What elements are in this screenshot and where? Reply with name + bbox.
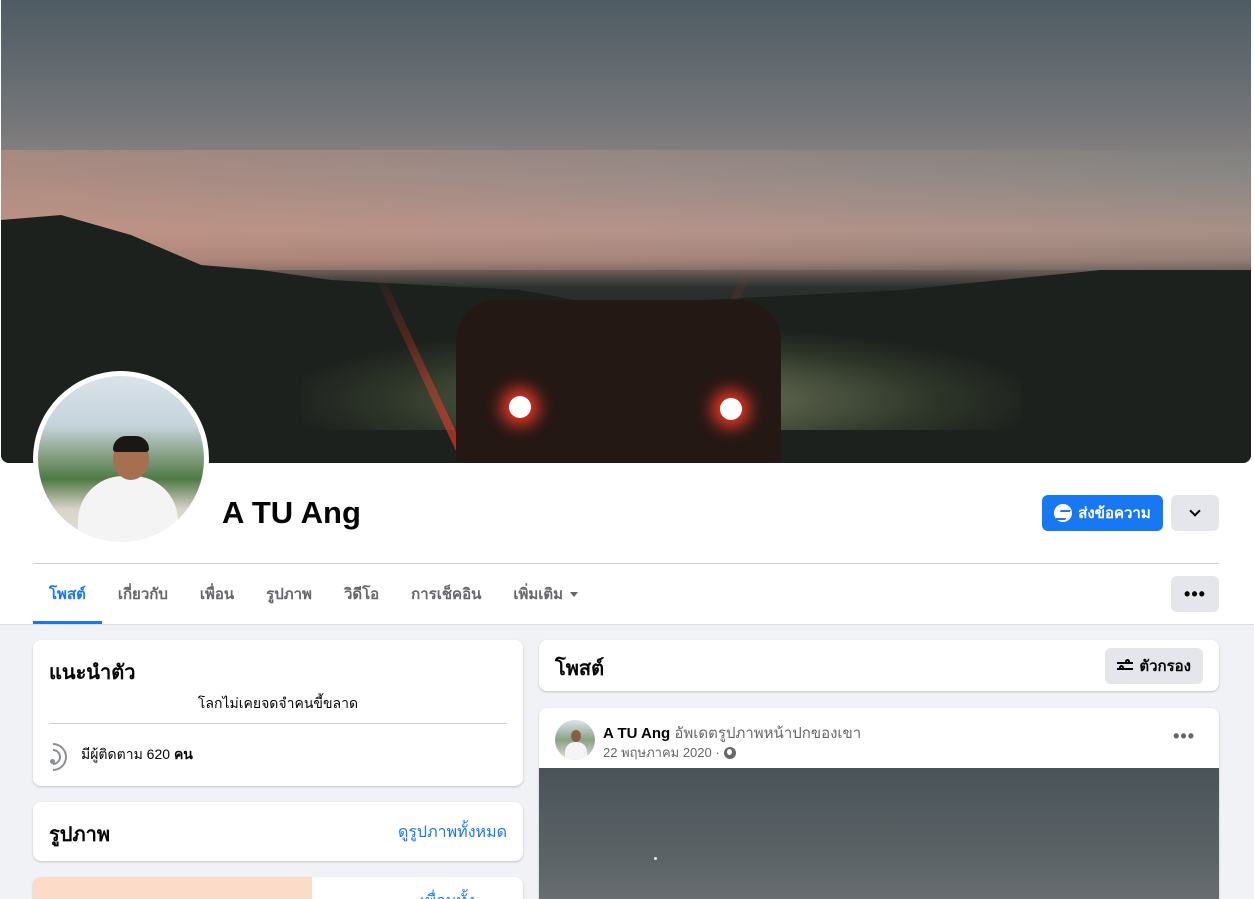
chevron-down-icon (1189, 505, 1201, 517)
caret-down-icon (570, 591, 579, 597)
tab-videos[interactable]: วิดีโอ (328, 564, 395, 624)
cover-photo[interactable] (1, 0, 1251, 463)
post-options-button[interactable]: ••• (1173, 726, 1195, 747)
post-author-name[interactable]: A TU Ang (603, 725, 670, 742)
send-message-label: ส่งข้อความ (1078, 505, 1151, 522)
followers-text: มีผู้ติดตาม 620 คน (81, 746, 193, 762)
filter-icon (1117, 659, 1134, 672)
intro-title: แนะนำตัว (49, 662, 136, 684)
post-image[interactable] (539, 768, 1219, 899)
see-all-friends-link[interactable]: เพื่อนทั้ง (420, 889, 475, 899)
filter-button[interactable]: ตัวกรอง (1105, 648, 1203, 684)
posts-header-card: โพสต์ ตัวกรอง (539, 640, 1219, 691)
posts-title: โพสต์ (555, 658, 605, 680)
post-date[interactable]: 22 พฤษภาคม 2020 · (603, 742, 720, 763)
post-meta: 22 พฤษภาคม 2020 · (603, 742, 736, 763)
intro-bio: โลกไม่เคยจดจำคนขี้ขลาด (197, 695, 359, 711)
profile-tabs: โพสต์ เกี่ยวกับ เพื่อน รูปภาพ วิดีโอ การ… (33, 564, 594, 624)
profile-picture[interactable] (38, 376, 204, 542)
tab-more[interactable]: เพิ่มเติม (497, 564, 594, 624)
overlay-panel (33, 877, 312, 899)
filter-label: ตัวกรอง (1139, 658, 1191, 675)
photos-title: รูปภาพ (49, 824, 111, 846)
profile-header: A TU Ang ส่งข้อความ โพสต์ เกี่ยวกับ เพื่… (0, 0, 1254, 625)
followers-row[interactable]: มีผู้ติดตาม 620 คน (33, 737, 193, 777)
more-options-button[interactable]: ••• (1171, 576, 1219, 612)
tab-posts[interactable]: โพสต์ (33, 564, 102, 624)
rss-icon (33, 737, 73, 777)
globe-icon (723, 746, 736, 759)
intro-card: แนะนำตัว โลกไม่เคยจดจำคนขี้ขลาด มีผู้ติด… (33, 640, 523, 786)
tab-friends[interactable]: เพื่อน (184, 564, 250, 624)
profile-name: A TU Ang (222, 495, 361, 530)
post-author-avatar[interactable] (555, 720, 595, 760)
ellipsis-icon: ••• (1173, 726, 1195, 746)
send-message-button[interactable]: ส่งข้อความ (1042, 495, 1163, 531)
tab-photos[interactable]: รูปภาพ (250, 564, 328, 624)
intro-divider (49, 723, 507, 724)
ellipsis-icon: ••• (1184, 583, 1206, 604)
photos-card: รูปภาพ ดูรูปภาพทั้งหมด (33, 802, 523, 861)
tab-checkins[interactable]: การเช็คอิน (395, 564, 497, 624)
post-action: อัพเดตรูปภาพหน้าปกของเขา (674, 725, 862, 742)
profile-dropdown-button[interactable] (1171, 495, 1219, 531)
messenger-icon (1054, 504, 1073, 522)
tab-about[interactable]: เกี่ยวกับ (102, 564, 184, 624)
post-card: A TU Ang อัพเดตรูปภาพหน้าปกของเขา 22 พฤษ… (539, 708, 1219, 899)
see-all-photos-link[interactable]: ดูรูปภาพทั้งหมด (398, 820, 507, 845)
friends-card-partial: เพื่อนทั้ง (33, 877, 523, 899)
